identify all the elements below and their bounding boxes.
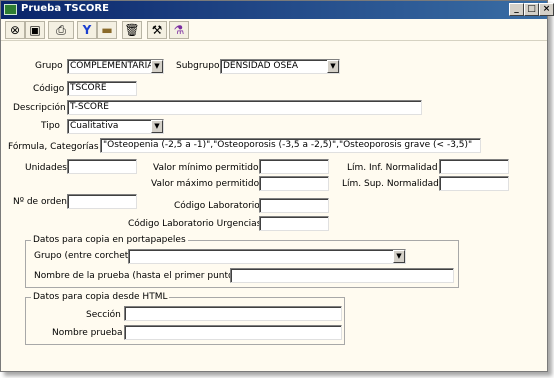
descripcion-field[interactable]: T-SCORE	[67, 100, 422, 115]
title-bar[interactable]: Prueba TSCORE _ □ ×	[1, 1, 554, 19]
codigo-field[interactable]: TSCORE	[67, 81, 137, 96]
chevron-down-icon[interactable]: ▼	[151, 60, 163, 73]
valor-max-field[interactable]	[259, 176, 329, 191]
formula-label: Fórmula, Categorías	[8, 142, 99, 152]
valor-min-field[interactable]	[259, 159, 329, 174]
formula-field[interactable]: "Osteopenia (-2,5 a -1)","Osteoporosis (…	[100, 138, 481, 153]
app-icon	[4, 4, 17, 15]
grupo-value: COMPLEMENTARIA	[70, 61, 154, 71]
pp-grupo-select[interactable]: ▼	[128, 249, 406, 264]
toolbar: ⊗ ▣ ⎙ Y ▬ 🗑 ⚒ ⚗	[1, 19, 547, 41]
tools-icon[interactable]: ⚒	[147, 21, 167, 39]
subgrupo-select[interactable]: DENSIDAD OSEA ▼	[220, 59, 340, 74]
cod-lab-field[interactable]	[259, 198, 329, 213]
valor-max-label: Valor máximo permitido	[151, 179, 260, 189]
descripcion-label: Descripción	[13, 103, 66, 113]
folder-icon[interactable]: ▬	[97, 21, 117, 39]
minimize-button[interactable]: _	[509, 3, 524, 16]
grupo-select[interactable]: COMPLEMENTARIA ▼	[67, 59, 164, 74]
codigo-label: Código	[33, 84, 65, 94]
window-title: Prueba TSCORE	[21, 3, 109, 14]
pp-nombre-label: Nombre de la prueba (hasta el primer pun…	[34, 271, 238, 281]
lim-inf-field[interactable]	[439, 159, 509, 174]
cod-lab-urg-label: Código Laboratorio Urgencias	[128, 219, 262, 229]
pp-nombre-field[interactable]	[230, 268, 454, 283]
pp-grupo-label: Grupo (entre corchetes)	[34, 251, 143, 261]
chevron-down-icon[interactable]: ▼	[393, 250, 405, 263]
orden-field[interactable]	[67, 194, 137, 209]
tipo-value: Cualitativa	[70, 121, 119, 131]
chevron-down-icon[interactable]: ▼	[327, 60, 339, 73]
html-title: Datos para copia desde HTML	[31, 292, 170, 302]
html-group: Datos para copia desde HTML Sección Nomb…	[25, 292, 345, 345]
portapapeles-title: Datos para copia en portapapeles	[31, 235, 188, 245]
close-button[interactable]: ×	[539, 3, 554, 16]
portapapeles-group: Datos para copia en portapapeles Grupo (…	[25, 235, 459, 288]
lim-sup-label: Lím. Sup. Normalidad	[342, 179, 439, 189]
unidades-label: Unidades	[25, 163, 67, 173]
subgrupo-value: DENSIDAD OSEA	[223, 61, 299, 71]
html-seccion-field[interactable]	[124, 306, 342, 321]
chevron-down-icon[interactable]: ▼	[151, 120, 163, 133]
orden-label: Nº de orden	[13, 197, 67, 207]
subgrupo-label: Subgrupo	[176, 61, 220, 71]
unidades-field[interactable]	[67, 159, 137, 174]
filter-icon[interactable]: Y	[77, 21, 97, 39]
grupo-label: Grupo	[35, 61, 63, 71]
maximize-button[interactable]: □	[524, 3, 539, 16]
tipo-label: Tipo	[41, 121, 60, 131]
print-icon[interactable]: ⎙	[48, 21, 74, 39]
close-icon[interactable]: ⊗	[5, 21, 25, 39]
lim-sup-field[interactable]	[439, 176, 509, 191]
html-nombre-field[interactable]	[124, 325, 342, 340]
save-icon[interactable]: ▣	[25, 21, 45, 39]
lim-inf-label: Lím. Inf. Normalidad	[347, 163, 438, 173]
tipo-select[interactable]: Cualitativa ▼	[67, 119, 164, 134]
html-nombre-label: Nombre prueba	[52, 328, 123, 338]
html-seccion-label: Sección	[86, 310, 121, 320]
trash-icon[interactable]: 🗑	[122, 21, 142, 39]
test-tube-icon[interactable]: ⚗	[169, 21, 189, 39]
main-window: Prueba TSCORE _ □ × ⊗ ▣ ⎙ Y ▬ 🗑 ⚒ ⚗ Grup…	[0, 0, 554, 372]
cod-lab-label: Código Laboratorio	[174, 201, 260, 211]
cod-lab-urg-field[interactable]	[259, 216, 329, 231]
valor-min-label: Valor mínimo permitido	[153, 163, 259, 173]
